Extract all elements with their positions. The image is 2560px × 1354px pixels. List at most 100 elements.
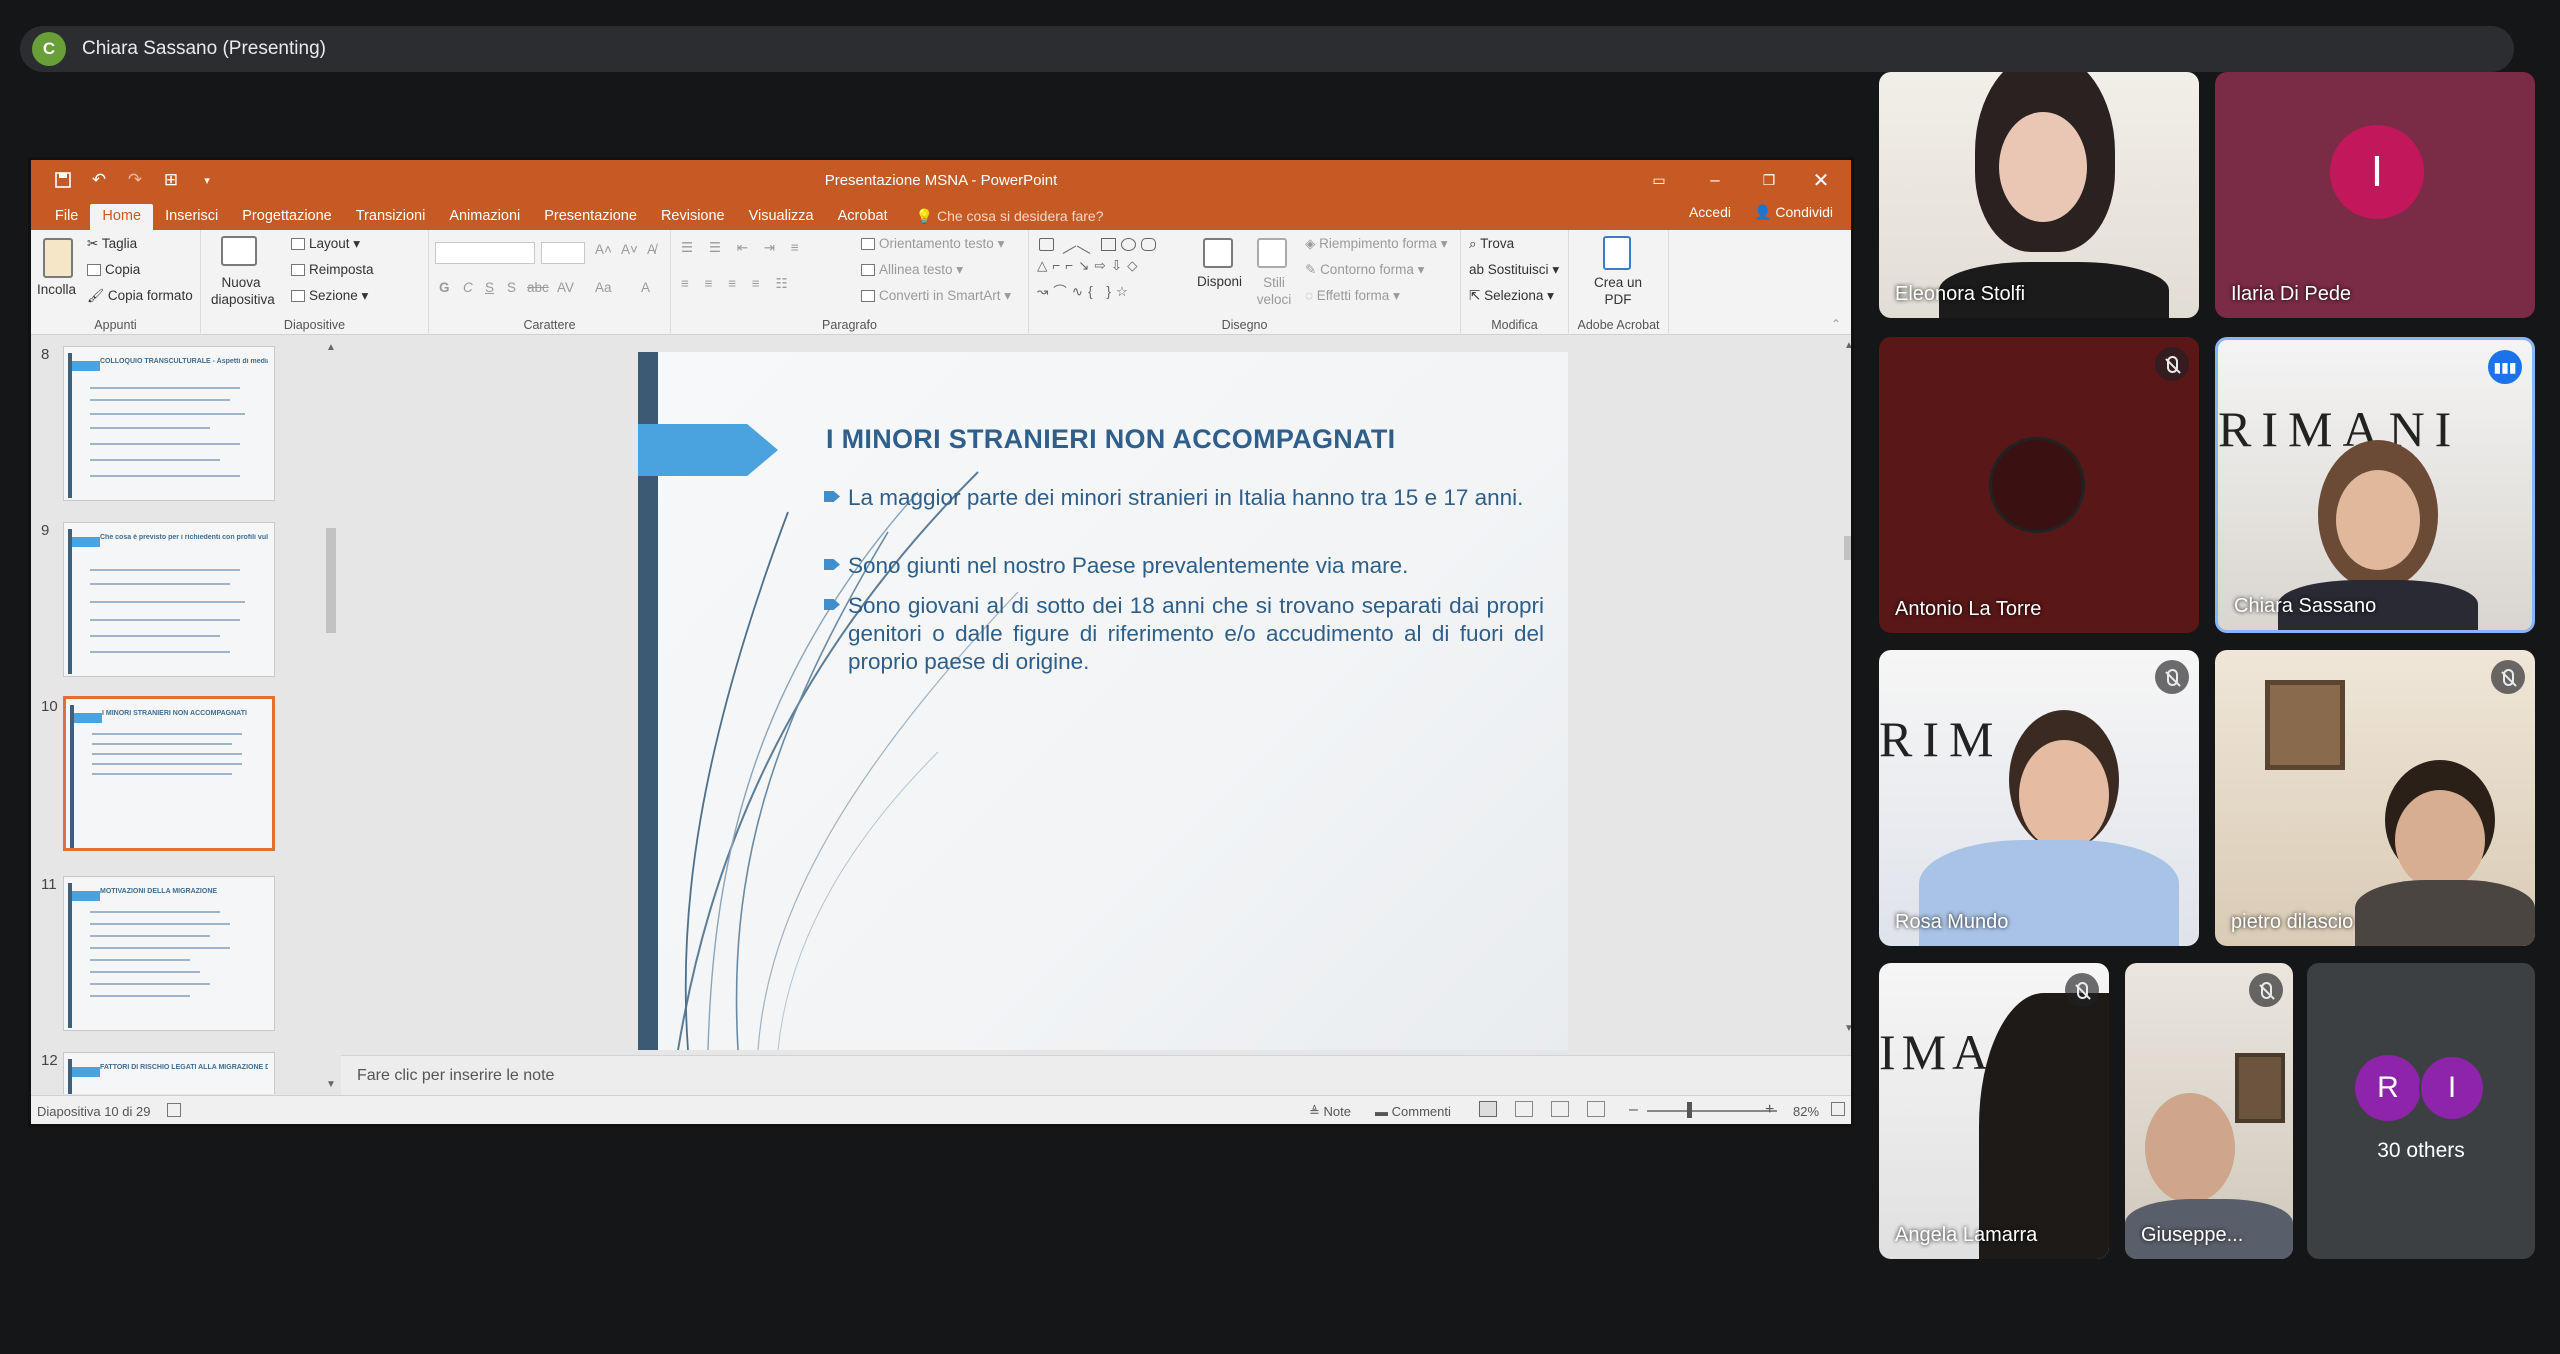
fit-to-window-icon[interactable]	[1831, 1102, 1845, 1116]
scroll-down-icon[interactable]: ▼	[1844, 1023, 1851, 1034]
smartart-button[interactable]: Converti in SmartArt ▾	[861, 288, 1011, 304]
scroll-up-icon[interactable]: ▲	[1844, 340, 1851, 351]
tab-visualizza[interactable]: Visualizza	[737, 204, 826, 230]
slide-bullet[interactable]: Sono giunti nel nostro Paese prevalentem…	[824, 552, 1544, 582]
participant-tile[interactable]: Antonio La Torre	[1879, 337, 2199, 633]
zoom-level[interactable]: 82%	[1793, 1104, 1819, 1119]
zoom-in-icon[interactable]: +	[1765, 1101, 1774, 1119]
zoom-out-icon[interactable]: –	[1629, 1101, 1638, 1119]
tab-inserisci[interactable]: Inserisci	[153, 204, 230, 230]
normal-view-icon[interactable]	[1479, 1101, 1497, 1117]
font-color-button[interactable]: A	[641, 280, 650, 295]
quick-styles-button[interactable]: Stili veloci	[1255, 274, 1293, 308]
undo-icon[interactable]: ↶	[81, 160, 117, 200]
line-shape-icon[interactable]	[1076, 235, 1097, 254]
align-text-button[interactable]: Allinea testo ▾	[861, 262, 963, 278]
shapes-row2[interactable]: △⌐⌐↘⇨⇩◇	[1037, 258, 1142, 274]
bold-button[interactable]: G	[439, 280, 450, 295]
tab-file[interactable]: File	[43, 204, 90, 230]
replace-button[interactable]: ab Sostituisci ▾	[1469, 262, 1559, 278]
arrange-icon[interactable]	[1203, 238, 1233, 268]
underline-button[interactable]: S	[485, 280, 494, 295]
new-slide-button[interactable]: Nuova diapositiva	[211, 274, 275, 308]
paste-button[interactable]: Incolla	[37, 282, 76, 297]
scroll-thumb[interactable]	[326, 528, 336, 633]
slide-scrollbar[interactable]: ▲ ▼	[1841, 336, 1851, 1054]
presenting-bar[interactable]: C Chiara Sassano (Presenting)	[20, 26, 2514, 72]
shape-fill-button[interactable]: ◈ Riempimento forma ▾	[1305, 236, 1447, 252]
participant-tile[interactable]: IMA Angela Lamarra	[1879, 963, 2109, 1259]
shape-outline-button[interactable]: ✎ Contorno forma ▾	[1305, 262, 1424, 278]
slide-thumbnail[interactable]: FATTORI DI RISCHIO LEGATI ALLA MIGRAZION…	[63, 1052, 275, 1094]
clear-format-icon[interactable]: A̸	[647, 242, 656, 257]
scroll-up-icon[interactable]: ▲	[326, 342, 336, 353]
slide-bullet[interactable]: Sono giovani al di sotto dei 18 anni che…	[824, 592, 1544, 678]
textbox-shape-icon[interactable]	[1039, 238, 1054, 251]
participant-tile[interactable]: RIM Rosa Mundo	[1879, 650, 2199, 946]
paste-icon[interactable]	[43, 238, 73, 278]
section-button[interactable]: Sezione ▾	[291, 288, 368, 304]
tell-me-search[interactable]: 💡 Che cosa si desidera fare?	[916, 204, 1104, 230]
zoom-slider[interactable]	[1647, 1110, 1777, 1112]
redo-icon[interactable]: ↷	[117, 160, 153, 200]
cut-button[interactable]: ✂ Taglia	[87, 236, 137, 252]
current-slide[interactable]: I MINORI STRANIERI NON ACCOMPAGNATI La m…	[638, 352, 1568, 1050]
slide-thumbnail[interactable]: MOTIVAZIONI DELLA MIGRAZIONE	[63, 876, 275, 1031]
share-button[interactable]: 👤 Condividi	[1754, 204, 1833, 221]
shapes-gallery[interactable]: △⌐⌐↘⇨⇩◇ ↝⌒∿{ }☆	[1035, 235, 1175, 306]
slide-bullet[interactable]: La maggior parte dei minori stranieri in…	[824, 484, 1544, 540]
slide-sorter-icon[interactable]	[1515, 1101, 1533, 1117]
font-size-field[interactable]	[541, 242, 585, 264]
copy-button[interactable]: Copia	[87, 262, 140, 277]
close-button[interactable]: ✕	[1795, 160, 1847, 200]
save-icon[interactable]	[45, 160, 81, 200]
reset-button[interactable]: Reimposta	[291, 262, 374, 277]
ribbon-display-icon[interactable]: ▭	[1633, 160, 1685, 200]
customize-toolbar-icon[interactable]: ▾	[189, 160, 225, 200]
quick-styles-icon[interactable]	[1257, 238, 1287, 268]
slide-thumbnail-selected[interactable]: I MINORI STRANIERI NON ACCOMPAGNATI	[63, 696, 275, 851]
participant-tile-speaking[interactable]: RIMANI ▮▮▮ Chiara Sassano	[2215, 337, 2535, 633]
tab-revisione[interactable]: Revisione	[649, 204, 737, 230]
text-direction-button[interactable]: Orientamento testo ▾	[861, 236, 1004, 252]
slide-thumbnail[interactable]: Che cosa è previsto per i richiedenti co…	[63, 522, 275, 677]
slide-thumbnail[interactable]: COLLOQUIO TRANSCULTURALE - Aspetti di me…	[63, 346, 275, 501]
arrange-button[interactable]: Disponi	[1197, 274, 1242, 289]
list-buttons[interactable]: ☰ ☰ ⇤ ⇥ ≡	[681, 240, 805, 256]
thumbnail-scrollbar[interactable]: ▲ ▼	[323, 338, 339, 1094]
layout-button[interactable]: Layout ▾	[291, 236, 360, 252]
font-name-field[interactable]	[435, 242, 535, 264]
slide-title[interactable]: I MINORI STRANIERI NON ACCOMPAGNATI	[826, 424, 1395, 455]
tab-animazioni[interactable]: Animazioni	[437, 204, 532, 230]
scroll-thumb[interactable]	[1844, 536, 1851, 560]
comments-button[interactable]: ▬ Commenti	[1375, 1104, 1451, 1119]
scroll-down-icon[interactable]: ▼	[326, 1079, 336, 1090]
reading-view-icon[interactable]	[1551, 1101, 1569, 1117]
line-shape-icon[interactable]	[1056, 235, 1077, 254]
oval-shape-icon[interactable]	[1121, 238, 1136, 251]
sign-in-link[interactable]: Accedi	[1689, 204, 1731, 220]
rectangle-shape-icon[interactable]	[1101, 238, 1116, 251]
strikethrough-button[interactable]: abc	[527, 280, 549, 295]
spell-check-icon[interactable]	[167, 1103, 181, 1117]
shadow-button[interactable]: S	[507, 280, 516, 295]
shape-effects-button[interactable]: ◌ Effetti forma ▾	[1305, 288, 1400, 304]
notes-pane[interactable]: Fare clic per inserire le note	[341, 1055, 1851, 1095]
find-button[interactable]: ⌕ Trova	[1469, 236, 1514, 252]
participant-tile[interactable]: I Ilaria Di Pede	[2215, 72, 2535, 318]
minimize-button[interactable]: –	[1689, 160, 1741, 200]
zoom-slider-handle[interactable]	[1687, 1102, 1692, 1118]
align-buttons[interactable]: ≡ ≡ ≡ ≡ ☷	[681, 276, 794, 292]
tab-presentazione[interactable]: Presentazione	[532, 204, 649, 230]
select-button[interactable]: ⇱ Seleziona ▾	[1469, 288, 1554, 304]
tab-progettazione[interactable]: Progettazione	[230, 204, 343, 230]
participant-tile[interactable]: Giuseppe...	[2125, 963, 2293, 1259]
participant-tile[interactable]: pietro dilascio	[2215, 650, 2535, 946]
tab-transizioni[interactable]: Transizioni	[344, 204, 438, 230]
notes-button[interactable]: ≜ Note	[1309, 1104, 1351, 1120]
tab-acrobat[interactable]: Acrobat	[826, 204, 900, 230]
tab-home[interactable]: Home	[90, 204, 154, 230]
shrink-font-icon[interactable]: A˅	[621, 242, 638, 257]
change-case-button[interactable]: Aa	[595, 280, 612, 295]
italic-button[interactable]: C	[463, 280, 473, 295]
